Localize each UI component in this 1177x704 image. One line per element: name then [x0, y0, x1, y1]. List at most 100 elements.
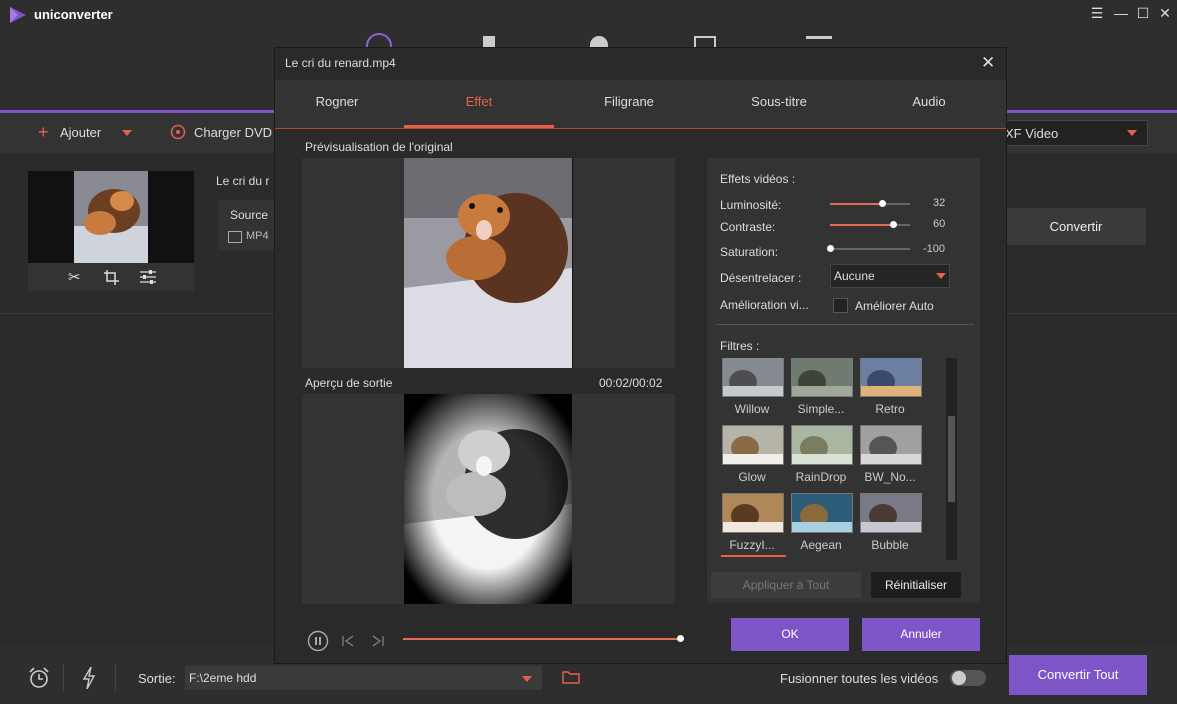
app-logo-icon — [10, 7, 26, 23]
chevron-down-icon — [1127, 130, 1137, 136]
divider — [115, 664, 116, 692]
tab-crop[interactable]: Rogner — [262, 94, 412, 109]
pause-icon[interactable] — [307, 630, 329, 652]
add-icon[interactable]: + — [38, 123, 49, 141]
convert-all-button[interactable]: Convertir Tout — [1009, 655, 1147, 695]
convert-button-label: Convertir — [1049, 219, 1103, 234]
apply-all-button[interactable]: Appliquer à Tout — [711, 572, 861, 598]
filter-willow-image — [723, 358, 783, 396]
preview-output-label: Aperçu de sortie — [305, 376, 393, 390]
contrast-label: Contraste: — [720, 220, 776, 234]
thumbnail-toolbar: ✂ — [28, 263, 194, 291]
film-icon — [228, 231, 242, 243]
filter-retro[interactable] — [860, 358, 922, 397]
next-frame-icon[interactable] — [371, 634, 385, 648]
brightness-label: Luminosité: — [720, 198, 782, 212]
reset-button[interactable]: Réinitialiser — [871, 572, 961, 598]
brightness-value: 32 — [933, 197, 946, 209]
contrast-slider-fill — [830, 224, 894, 226]
frame-edge — [572, 158, 573, 368]
crop-icon[interactable] — [104, 270, 119, 285]
contrast-knob[interactable] — [890, 221, 897, 228]
deinterlace-label: Désentrelacer : — [720, 271, 802, 285]
brightness-knob[interactable] — [879, 200, 886, 207]
filter-label: Retro — [875, 402, 905, 416]
saturation-knob[interactable] — [827, 245, 834, 252]
format-select-value: XF Video — [1005, 126, 1059, 141]
auto-enhance-checkbox[interactable] — [833, 298, 848, 313]
filter-label: BW_No... — [864, 470, 916, 484]
filter-grid: Willow Simple... Retro Glow RainDrop BW_… — [721, 358, 943, 558]
dialog-titlebar: Le cri du renard.mp4 ✕ — [275, 48, 1006, 80]
tab-subtitle[interactable]: Sous-titre — [704, 94, 854, 109]
file-thumbnail[interactable] — [28, 171, 194, 263]
output-path-select[interactable]: F:\2eme hdd — [185, 666, 542, 690]
fox-thumbnail-image — [74, 171, 148, 263]
add-button[interactable]: Ajouter — [60, 125, 101, 140]
scrollbar-thumb[interactable] — [948, 416, 955, 502]
filter-raindrop-image — [792, 426, 852, 464]
adjust-icon[interactable] — [140, 270, 156, 284]
filter-raindrop[interactable] — [791, 425, 853, 465]
file-name: Le cri du r — [216, 174, 270, 188]
cancel-button[interactable]: Annuler — [862, 618, 980, 651]
minimize-icon[interactable]: — — [1111, 4, 1131, 22]
filter-bubble-image — [861, 494, 921, 532]
previous-frame-icon[interactable] — [341, 634, 355, 648]
tab-bar: Rogner Effet Filigrane Sous-titre Audio — [275, 80, 1006, 129]
folder-icon[interactable] — [562, 670, 580, 684]
merge-toggle[interactable] — [950, 670, 986, 686]
filter-aegean-image — [792, 494, 852, 532]
output-preview — [302, 394, 675, 604]
filter-bubble[interactable] — [860, 493, 922, 533]
tab-effect[interactable]: Effet — [404, 94, 554, 109]
convert-nav-icon[interactable] — [364, 30, 394, 48]
filter-glow[interactable] — [722, 425, 784, 465]
chevron-down-icon — [936, 273, 946, 279]
edit-dialog: Le cri du renard.mp4 ✕ Rogner Effet Fili… — [274, 47, 1007, 664]
filter-scrollbar[interactable] — [946, 358, 957, 560]
filter-label: Simple... — [797, 402, 845, 416]
playback-knob[interactable] — [677, 635, 684, 642]
scissors-icon[interactable]: ✂ — [68, 268, 81, 286]
saturation-value: -100 — [923, 243, 946, 255]
filter-fuzzy[interactable] — [722, 493, 784, 533]
alarm-icon[interactable] — [28, 667, 50, 689]
divider — [716, 324, 974, 325]
original-video-frame — [404, 158, 572, 368]
filter-simple-image — [792, 358, 852, 396]
selected-filter-indicator — [721, 555, 786, 557]
playback-progress[interactable] — [403, 638, 681, 640]
saturation-slider[interactable] — [830, 248, 910, 250]
close-app-icon[interactable]: ✕ — [1155, 4, 1175, 22]
maximize-icon[interactable]: ☐ — [1133, 4, 1153, 22]
divider — [63, 664, 64, 692]
playback-time: 00:02/00:02 — [599, 376, 663, 390]
menu-icon[interactable]: ☰ — [1087, 4, 1107, 22]
dvd-icon[interactable] — [170, 124, 186, 140]
tab-audio[interactable]: Audio — [854, 94, 1004, 109]
filter-glow-image — [723, 426, 783, 464]
filter-label: Willow — [734, 402, 770, 416]
chevron-down-icon — [522, 676, 532, 682]
close-icon[interactable]: ✕ — [981, 53, 995, 73]
format-select[interactable]: XF Video — [998, 120, 1148, 146]
tab-watermark[interactable]: Filigrane — [554, 94, 704, 109]
add-dropdown-icon[interactable] — [122, 130, 132, 136]
filter-label: Glow — [738, 470, 766, 484]
ok-button[interactable]: OK — [731, 618, 849, 651]
deinterlace-select[interactable]: Aucune — [830, 264, 950, 288]
merge-label: Fusionner toutes les vidéos — [780, 671, 939, 686]
filter-label: FuzzyI... — [729, 538, 775, 552]
load-dvd-button[interactable]: Charger DVD — [194, 125, 272, 140]
filter-willow[interactable] — [722, 358, 784, 397]
filters-title: Filtres : — [720, 339, 760, 353]
lightning-icon[interactable] — [82, 667, 96, 689]
filter-aegean[interactable] — [791, 493, 853, 533]
filter-label: RainDrop — [795, 470, 847, 484]
output-label: Sortie: — [138, 671, 176, 686]
filter-simple[interactable] — [791, 358, 853, 397]
output-video-frame — [404, 394, 572, 604]
convert-button[interactable]: Convertir — [1006, 208, 1146, 245]
filter-bw-noise[interactable] — [860, 425, 922, 465]
